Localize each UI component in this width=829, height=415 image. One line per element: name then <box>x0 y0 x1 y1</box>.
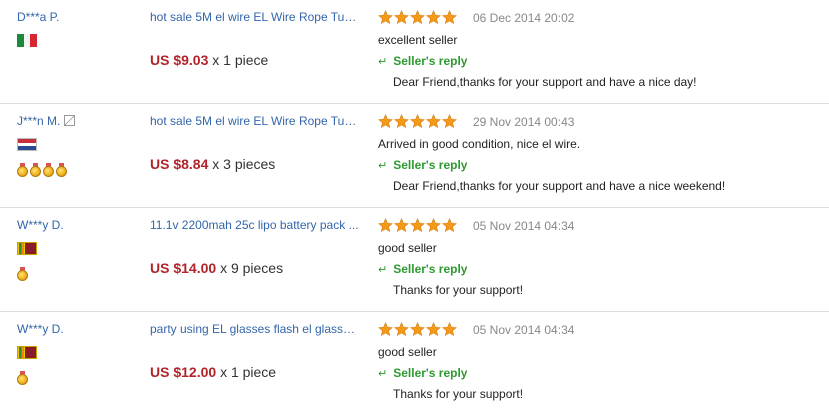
seller-reply-label: Seller's reply <box>393 366 468 380</box>
feedback-row: J***n M. hot sale 5M el wire EL Wire Rop… <box>0 104 829 208</box>
quantity: x 3 pieces <box>212 156 276 172</box>
product-link[interactable]: hot sale 5M el wire EL Wire Rope Tube ..… <box>150 114 360 128</box>
price-line: US $9.03 x 1 piece <box>150 52 268 68</box>
price-line: US $8.84 x 3 pieces <box>150 156 275 172</box>
buyer-comment: excellent seller <box>378 33 458 47</box>
star-icon <box>442 10 457 24</box>
star-icon <box>394 218 409 232</box>
star-icon <box>378 114 393 128</box>
price-line: US $14.00 x 9 pieces <box>150 260 283 276</box>
star-icon <box>426 322 441 336</box>
star-icon <box>426 10 441 24</box>
edit-icon[interactable] <box>64 115 76 126</box>
star-icon <box>426 114 441 128</box>
seller-reply-toggle[interactable]: ↵ Seller's reply <box>378 262 467 276</box>
feedback-row: D***a P. hot sale 5M el wire EL Wire Rop… <box>0 0 829 104</box>
feedback-date: 06 Dec 2014 20:02 <box>473 11 575 25</box>
buyer-name-link[interactable]: J***n M. <box>17 114 76 128</box>
product-link[interactable]: 11.1v 2200mah 25c lipo battery pack ... <box>150 218 360 232</box>
star-icon <box>394 114 409 128</box>
star-rating <box>378 322 457 337</box>
unit-price: US $12.00 <box>150 364 217 380</box>
seller-reply-toggle[interactable]: ↵ Seller's reply <box>378 54 467 68</box>
seller-reply-text: Dear Friend,thanks for your support and … <box>393 179 726 193</box>
product-link[interactable]: hot sale 5M el wire EL Wire Rope Tube ..… <box>150 10 360 24</box>
seller-reply-label: Seller's reply <box>393 262 468 276</box>
medal-icon <box>43 163 54 178</box>
medal-badges <box>17 371 28 386</box>
buyer-name-link[interactable]: W***y D. <box>17 218 64 232</box>
buyer-name[interactable]: W***y D. <box>17 322 64 336</box>
buyer-comment: good seller <box>378 241 437 255</box>
buyer-name[interactable]: D***a P. <box>17 10 59 24</box>
star-icon <box>394 10 409 24</box>
seller-reply-toggle[interactable]: ↵ Seller's reply <box>378 366 467 380</box>
star-rating <box>378 114 457 129</box>
medal-icon <box>17 163 28 178</box>
star-icon <box>410 218 425 232</box>
unit-price: US $9.03 <box>150 52 209 68</box>
star-icon <box>410 10 425 24</box>
buyer-comment: good seller <box>378 345 437 359</box>
star-icon <box>378 10 393 24</box>
star-icon <box>442 218 457 232</box>
seller-reply-text: Thanks for your support! <box>393 283 524 297</box>
reply-arrow-icon: ↵ <box>378 368 388 380</box>
reply-arrow-icon: ↵ <box>378 264 388 276</box>
unit-price: US $14.00 <box>150 260 217 276</box>
sri-lanka-flag-icon <box>17 242 37 255</box>
quantity: x 1 piece <box>212 52 269 68</box>
star-rating <box>378 10 457 25</box>
medal-badges <box>17 267 28 282</box>
star-rating <box>378 218 457 233</box>
feedback-list: D***a P. hot sale 5M el wire EL Wire Rop… <box>0 0 829 415</box>
reply-arrow-icon: ↵ <box>378 56 388 68</box>
star-icon <box>442 114 457 128</box>
buyer-name[interactable]: W***y D. <box>17 218 64 232</box>
star-icon <box>378 322 393 336</box>
star-icon <box>410 322 425 336</box>
star-icon <box>426 218 441 232</box>
feedback-date: 05 Nov 2014 04:34 <box>473 323 575 337</box>
quantity: x 1 piece <box>220 364 277 380</box>
medal-icon <box>56 163 67 178</box>
star-icon <box>442 322 457 336</box>
medal-icon <box>30 163 41 178</box>
quantity: x 9 pieces <box>220 260 284 276</box>
unit-price: US $8.84 <box>150 156 209 172</box>
feedback-row: W***y D. 11.1v 2200mah 25c lipo battery … <box>0 208 829 312</box>
mexico-flag-icon <box>17 34 37 47</box>
price-line: US $12.00 x 1 piece <box>150 364 276 380</box>
seller-reply-toggle[interactable]: ↵ Seller's reply <box>378 158 467 172</box>
buyer-name-link[interactable]: D***a P. <box>17 10 59 24</box>
feedback-date: 05 Nov 2014 04:34 <box>473 219 575 233</box>
feedback-row: W***y D. party using EL glasses flash el… <box>0 312 829 415</box>
reply-arrow-icon: ↵ <box>378 160 388 172</box>
product-link[interactable]: party using EL glasses flash el glasses … <box>150 322 360 336</box>
sri-lanka-flag-icon <box>17 346 37 359</box>
buyer-comment: Arrived in good condition, nice el wire. <box>378 137 581 151</box>
medal-icon <box>17 371 28 386</box>
medal-badges <box>17 163 67 178</box>
seller-reply-label: Seller's reply <box>393 158 468 172</box>
seller-reply-label: Seller's reply <box>393 54 468 68</box>
star-icon <box>378 218 393 232</box>
star-icon <box>410 114 425 128</box>
seller-reply-text: Thanks for your support! <box>393 387 524 401</box>
seller-reply-text: Dear Friend,thanks for your support and … <box>393 75 697 89</box>
medal-icon <box>17 267 28 282</box>
feedback-date: 29 Nov 2014 00:43 <box>473 115 575 129</box>
star-icon <box>394 322 409 336</box>
buyer-name[interactable]: J***n M. <box>17 114 60 128</box>
buyer-name-link[interactable]: W***y D. <box>17 322 64 336</box>
netherlands-flag-icon <box>17 138 37 151</box>
